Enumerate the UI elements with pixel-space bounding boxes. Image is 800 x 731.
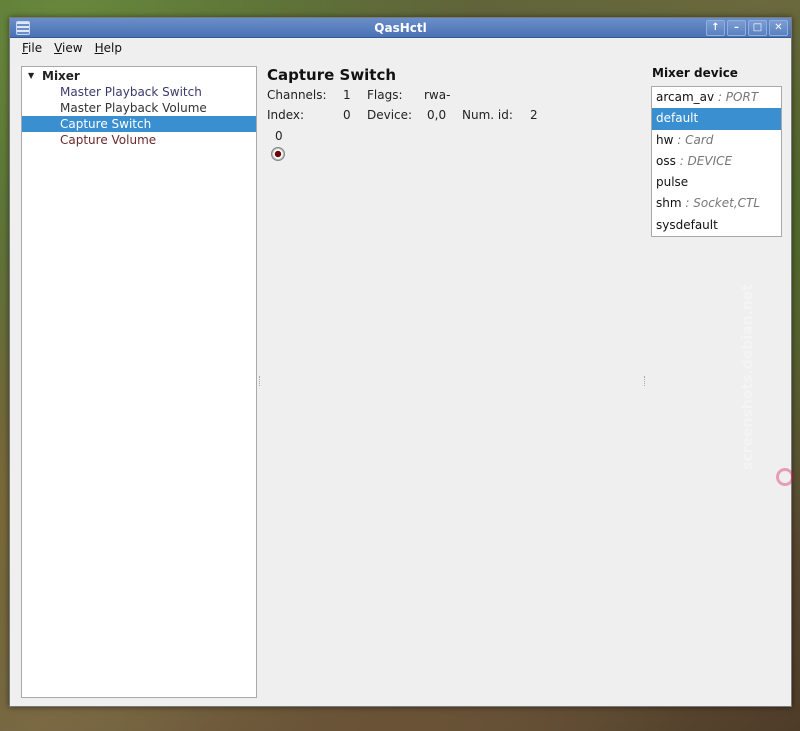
device-item-hw[interactable]: hw : Card (652, 130, 781, 151)
tree-item-capture-volume[interactable]: Capture Volume (22, 132, 256, 148)
channels-label: Channels: (267, 88, 327, 102)
watermark-text: screenshots.debian.net (740, 284, 756, 470)
index-value: 0 (343, 108, 351, 122)
numid-value: 2 (530, 108, 538, 122)
index-label: Index: (267, 108, 305, 122)
mixer-device-panel: Mixer device arcam_av : PORT default hw … (651, 66, 782, 238)
close-icon[interactable]: ✕ (769, 20, 788, 36)
mixer-device-list[interactable]: arcam_av : PORT default hw : Card oss : … (651, 86, 782, 238)
tree-item-master-playback-switch[interactable]: Master Playback Switch (22, 84, 256, 100)
keep-above-icon[interactable]: ↑ (706, 20, 725, 36)
device-item-sysdefault[interactable]: sysdefault (652, 215, 781, 236)
menu-help[interactable]: Help (89, 38, 128, 60)
flags-value: rwa- (424, 88, 451, 102)
maximize-icon[interactable]: □ (748, 20, 767, 36)
numid-label: Num. id: (462, 108, 513, 122)
device-item-shm[interactable]: shm : Socket,CTL (652, 193, 781, 214)
minimize-icon[interactable]: – (727, 20, 746, 36)
channel-number: 0 (275, 129, 283, 143)
expand-arrow-icon[interactable]: ▼ (28, 68, 34, 84)
tree-item-capture-switch[interactable]: Capture Switch (22, 116, 256, 132)
debian-swirl-icon (776, 468, 794, 486)
device-label: Device: (367, 108, 413, 122)
menu-bar: File View Help (10, 38, 791, 60)
menu-file[interactable]: File (16, 38, 48, 60)
title-bar[interactable]: QasHctl ↑ – □ ✕ (10, 18, 791, 38)
device-value: 0,0 (427, 108, 447, 122)
channels-value: 1 (343, 88, 351, 102)
device-item-arcam-av[interactable]: arcam_av : PORT (652, 87, 781, 108)
window-title: QasHctl (374, 21, 427, 35)
device-item-pulse[interactable]: pulse (652, 172, 781, 193)
splitter-handle-left[interactable] (259, 376, 261, 386)
mixer-tree[interactable]: ▼ Mixer Master Playback Switch Master Pl… (21, 66, 257, 698)
control-panel: Capture Switch Channels: 1 Flags: rwa- I… (267, 66, 647, 698)
menu-view[interactable]: View (48, 38, 88, 60)
tree-item-master-playback-volume[interactable]: Master Playback Volume (22, 100, 256, 116)
device-item-oss[interactable]: oss : DEVICE (652, 151, 781, 172)
capture-switch-led[interactable] (271, 147, 285, 161)
flags-label: Flags: (367, 88, 403, 102)
qashctl-window: QasHctl ↑ – □ ✕ File View Help ▼ Mixer M… (9, 17, 792, 707)
device-item-default[interactable]: default (652, 108, 781, 130)
mixer-device-label: Mixer device (652, 66, 738, 80)
control-title: Capture Switch (267, 66, 397, 84)
splitter-handle-right[interactable] (644, 376, 646, 386)
tree-root-mixer[interactable]: ▼ Mixer (22, 68, 256, 84)
